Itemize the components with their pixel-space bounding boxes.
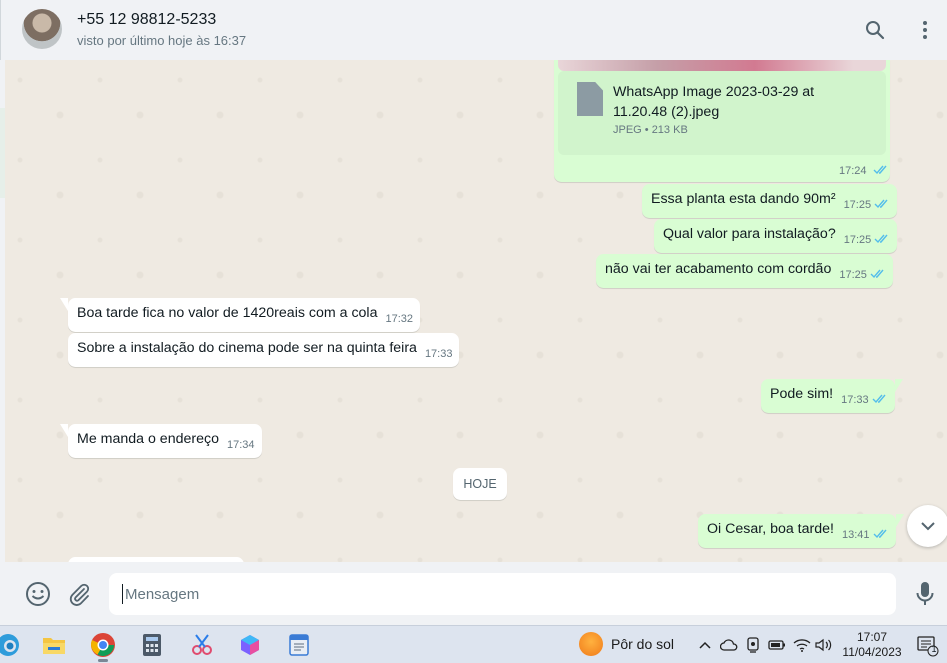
- conversation-panel[interactable]: WhatsApp Image 2023-03-29 at 11.20.48 (2…: [0, 60, 947, 562]
- clock-date: 11/04/2023: [842, 645, 902, 659]
- message-text: Me manda o endereço: [77, 431, 219, 447]
- snipping-tool-icon[interactable]: [188, 631, 216, 659]
- message-time: 17:32: [385, 313, 414, 325]
- message-text: Sobre a instalação do cinema pode ser na…: [77, 340, 417, 356]
- notification-count: 1: [931, 644, 937, 654]
- left-edge: [0, 60, 5, 562]
- chrome-icon[interactable]: [89, 631, 117, 659]
- read-ticks-icon: [874, 234, 888, 244]
- onedrive-icon[interactable]: [720, 637, 738, 653]
- windows-edge-icon[interactable]: [0, 631, 22, 659]
- message-time: 13:41: [841, 529, 870, 541]
- system-clock[interactable]: 17:07 11/04/2023: [836, 630, 908, 660]
- weather-widget[interactable]: Pôr do sol: [579, 632, 674, 656]
- active-indicator: [98, 659, 108, 662]
- message-incoming[interactable]: Sobre a instalação do cinema pode ser na…: [68, 333, 460, 367]
- contact-name[interactable]: +55 12 98812-5233: [77, 11, 216, 29]
- read-ticks-icon: [873, 529, 887, 539]
- message-time: 17:34: [226, 439, 255, 451]
- calculator-icon[interactable]: [138, 631, 166, 659]
- document-icon: [577, 82, 603, 116]
- chevron-up-icon[interactable]: [696, 637, 714, 653]
- message-text: não vai ter acabamento com cordão: [605, 261, 832, 277]
- message-time: 17:25: [843, 234, 872, 246]
- message-incoming[interactable]: Me manda o endereço 17:34: [60, 424, 262, 458]
- read-ticks-icon: [873, 165, 887, 175]
- wifi-icon[interactable]: [793, 637, 811, 653]
- text-caret: [122, 584, 123, 604]
- whatsapp-window: +55 12 98812-5233 visto por último hoje …: [0, 0, 947, 625]
- message-outgoing[interactable]: não vai ter acabamento com cordão 17:25: [596, 254, 893, 288]
- copilot-icon[interactable]: [236, 631, 264, 659]
- message-text: Pode sim!: [770, 386, 834, 402]
- message-time: 17:24: [839, 164, 889, 177]
- message-text: Essa planta esta dando 90m²: [651, 191, 836, 207]
- message-time: 17:33: [841, 394, 869, 406]
- message-time-text: 17:24: [839, 165, 867, 177]
- message-outgoing[interactable]: Oi Cesar, boa tarde! 13:41: [698, 514, 903, 548]
- battery-icon[interactable]: [768, 637, 786, 653]
- message-text: Boa tarde fica no valor de 1420reais com…: [77, 305, 378, 321]
- message-time: 17:33: [424, 348, 453, 360]
- volume-icon[interactable]: [815, 637, 833, 653]
- chevron-down-icon: [921, 522, 935, 531]
- microphone-icon[interactable]: [912, 581, 938, 607]
- scroll-down-button[interactable]: [907, 505, 947, 547]
- avatar[interactable]: [22, 9, 62, 49]
- notification-center-icon[interactable]: 1: [917, 635, 939, 657]
- message-outgoing[interactable]: Pode sim! 17:33: [761, 379, 903, 413]
- sunset-icon: [579, 632, 603, 656]
- attach-icon[interactable]: [66, 581, 92, 607]
- message-time: 17:25: [839, 269, 867, 281]
- image-preview[interactable]: [558, 60, 886, 71]
- emoji-icon[interactable]: [25, 581, 51, 607]
- message-outgoing[interactable]: Qual valor para instalação? 17:25: [654, 219, 898, 253]
- message-text: Qual valor para instalação?: [663, 226, 836, 242]
- clock-time: 17:07: [856, 630, 888, 644]
- taskbar: Pôr do sol 17:07 11/04/2023 1: [0, 625, 947, 663]
- message-incoming[interactable]: Boa tarde fica no valor de 1420reais com…: [59, 298, 421, 332]
- menu-dots-icon[interactable]: [913, 18, 937, 42]
- message-composer: [0, 562, 947, 625]
- chat-header[interactable]: +55 12 98812-5233 visto por último hoje …: [0, 0, 947, 60]
- read-ticks-icon: [874, 199, 888, 209]
- message-outgoing[interactable]: Essa planta esta dando 90m² 17:25: [642, 184, 898, 218]
- read-ticks-icon: [870, 269, 884, 279]
- webcam-icon[interactable]: [744, 637, 762, 653]
- read-ticks-icon: [872, 394, 886, 404]
- message-input[interactable]: [109, 573, 896, 615]
- weather-label: Pôr do sol: [611, 636, 675, 652]
- notepad-icon[interactable]: [285, 631, 313, 659]
- file-meta: JPEG • 213 KB: [613, 124, 688, 136]
- file-explorer-icon[interactable]: [40, 631, 68, 659]
- day-separator: HOJE: [453, 468, 507, 500]
- message-text: Oi Cesar, boa tarde!: [707, 521, 834, 537]
- search-icon[interactable]: [863, 18, 887, 42]
- last-seen-status: visto por último hoje às 16:37: [77, 33, 247, 48]
- message-time: 17:25: [843, 199, 872, 211]
- file-name[interactable]: WhatsApp Image 2023-03-29 at 11.20.48 (2…: [613, 82, 868, 122]
